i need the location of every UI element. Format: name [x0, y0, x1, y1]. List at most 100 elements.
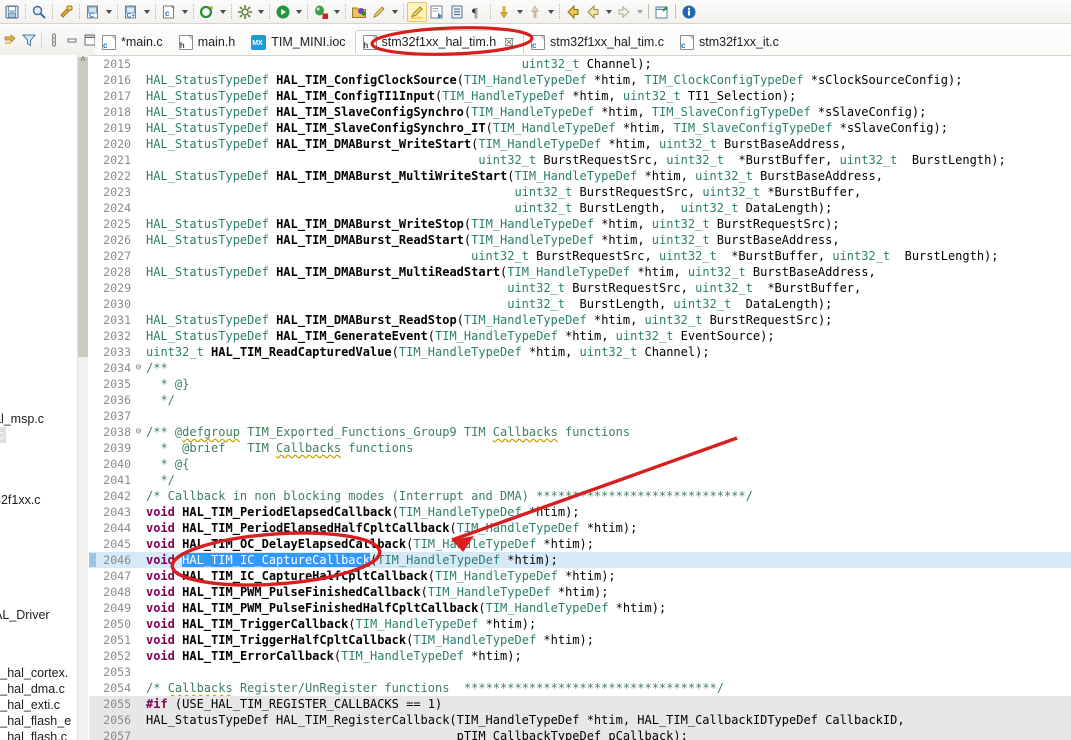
code-line[interactable]: 2044 void HAL_TIM_PeriodElapsedHalfCpltCa…: [89, 520, 1071, 536]
code-line[interactable]: 2047 void HAL_TIM_IC_CaptureHalfCpltCallb…: [89, 568, 1071, 584]
code-line[interactable]: 2056 HAL_StatusTypeDef HAL_TIM_RegisterCa…: [89, 712, 1071, 728]
chevron-down-icon[interactable]: [103, 2, 114, 22]
maximize-icon[interactable]: [81, 30, 95, 50]
chevron-down-icon[interactable]: [141, 2, 152, 22]
build-config-icon[interactable]: [235, 2, 255, 22]
explorer-tree-item[interactable]: x_hal_exti.c: [0, 697, 62, 713]
code-line[interactable]: 2020 HAL_StatusTypeDef HAL_TIM_DMABurst_W…: [89, 136, 1071, 152]
explorer-tree-item[interactable]: AL_Driver: [0, 607, 52, 623]
chevron-down-icon[interactable]: [514, 2, 525, 22]
close-icon[interactable]: ☒: [504, 36, 514, 49]
code-line[interactable]: 2051 void HAL_TIM_TriggerHalfCpltCallback…: [89, 632, 1071, 648]
chevron-down-icon[interactable]: [634, 2, 645, 22]
code-line[interactable]: 2045 void HAL_TIM_OC_DelayElapsedCallback…: [89, 536, 1071, 552]
pencil-icon[interactable]: [369, 2, 389, 22]
explorer-tree-item[interactable]: 32f1xx.c: [0, 492, 43, 508]
code-line[interactable]: 2034 ⊖/**: [89, 360, 1071, 376]
new-c-class-icon[interactable]: C: [83, 2, 103, 22]
code-line[interactable]: 2015 uint32_t Channel);: [89, 56, 1071, 72]
next-edit-icon[interactable]: [614, 2, 634, 22]
fold-collapse-icon[interactable]: ⊖: [133, 424, 144, 440]
code-line[interactable]: 2037: [89, 408, 1071, 424]
editor-tab[interactable]: c stm32f1xx_hal_tim.c: [524, 30, 673, 54]
code-line[interactable]: 2036 */: [89, 392, 1071, 408]
editor-tab[interactable]: h main.h: [172, 30, 245, 54]
code-line[interactable]: 2053: [89, 664, 1071, 680]
code-line[interactable]: 2035 * @}: [89, 376, 1071, 392]
chevron-down-icon[interactable]: [603, 2, 614, 22]
toggle-block-icon[interactable]: [447, 2, 467, 22]
code-line[interactable]: 2023 uint32_t BurstRequestSrc, uint32_t …: [89, 184, 1071, 200]
next-annotation-icon[interactable]: [494, 2, 514, 22]
jump-icon[interactable]: [2, 30, 20, 50]
code-line[interactable]: 2048 void HAL_TIM_PWM_PulseFinishedCallba…: [89, 584, 1071, 600]
new-cpp-class-icon[interactable]: C+: [121, 2, 141, 22]
code-line[interactable]: 2030 uint32_t BurstLength, uint32_t Data…: [89, 296, 1071, 312]
chevron-down-icon[interactable]: [217, 2, 228, 22]
explorer-tree-item[interactable]: x_hal_flash.c: [0, 729, 69, 740]
code-line[interactable]: 2050 void HAL_TIM_TriggerCallback(TIM_Han…: [89, 616, 1071, 632]
debug-icon[interactable]: [311, 2, 331, 22]
code-line[interactable]: 2057 pTIM_CallbackTypeDef pCallback);: [89, 728, 1071, 740]
code-line[interactable]: 2042 /* Callback in non blocking modes (I…: [89, 488, 1071, 504]
code-line[interactable]: 2049 void HAL_TIM_PWM_PulseFinishedHalfCp…: [89, 600, 1071, 616]
open-declaration-icon[interactable]: [427, 2, 447, 22]
editor-tab[interactable]: MX TIM_MINI.ioc: [244, 30, 354, 54]
editor-tab[interactable]: c stm32f1xx_it.c: [673, 30, 788, 54]
chevron-down-icon[interactable]: [545, 2, 556, 22]
run-icon[interactable]: [273, 2, 293, 22]
code-line[interactable]: 2028 HAL_StatusTypeDef HAL_TIM_DMABurst_M…: [89, 264, 1071, 280]
new-project-icon[interactable]: [197, 2, 217, 22]
forward-icon[interactable]: [583, 2, 603, 22]
code-line[interactable]: 2052 void HAL_TIM_ErrorCallback(TIM_Handl…: [89, 648, 1071, 664]
project-explorer-tree[interactable]: al_msp.c.c 32f1xx.c AL_Driver x_hal_cortex.…: [0, 55, 78, 740]
new-c-source-icon[interactable]: c: [159, 2, 179, 22]
code-line[interactable]: 2027 uint32_t BurstRequestSrc, uint32_t …: [89, 248, 1071, 264]
new-window-icon[interactable]: [652, 2, 672, 22]
code-line[interactable]: 2031 HAL_StatusTypeDef HAL_TIM_DMABurst_R…: [89, 312, 1071, 328]
explorer-tree-item[interactable]: x_hal_cortex.: [0, 665, 70, 681]
code-line[interactable]: 2019 HAL_StatusTypeDef HAL_TIM_SlaveConfi…: [89, 120, 1071, 136]
explorer-tree-item[interactable]: x_hal_dma.c: [0, 681, 67, 697]
code-line[interactable]: 2017 HAL_StatusTypeDef HAL_TIM_ConfigTI1I…: [89, 88, 1071, 104]
chevron-down-icon[interactable]: [255, 2, 266, 22]
explorer-tree-item[interactable]: .c: [0, 427, 6, 443]
info-icon[interactable]: [679, 2, 699, 22]
code-line[interactable]: 2026 HAL_StatusTypeDef HAL_TIM_DMABurst_R…: [89, 232, 1071, 248]
code-line[interactable]: 2039 * @brief TIM Callbacks functions: [89, 440, 1071, 456]
code-line[interactable]: 2043 void HAL_TIM_PeriodElapsedCallback(T…: [89, 504, 1071, 520]
back-icon[interactable]: [563, 2, 583, 22]
build-hammer-icon[interactable]: [56, 2, 76, 22]
chevron-down-icon[interactable]: [389, 2, 400, 22]
code-line[interactable]: 2055 #if (USE_HAL_TIM_REGISTER_CALLBACKS …: [89, 696, 1071, 712]
open-resource-icon[interactable]: [349, 2, 369, 22]
code-line[interactable]: 2040 * @{: [89, 456, 1071, 472]
code-line[interactable]: 2024 uint32_t BurstLength, uint32_t Data…: [89, 200, 1071, 216]
chevron-down-icon[interactable]: [293, 2, 304, 22]
code-line[interactable]: 2022 HAL_StatusTypeDef HAL_TIM_DMABurst_M…: [89, 168, 1071, 184]
link-with-editor-icon[interactable]: [45, 30, 63, 50]
chevron-down-icon[interactable]: [331, 2, 342, 22]
code-line[interactable]: 2029 uint32_t BurstRequestSrc, uint32_t …: [89, 280, 1071, 296]
explorer-tree-item[interactable]: al_msp.c: [0, 411, 46, 427]
source-editor[interactable]: 2015 uint32_t Channel); 2016 HAL_StatusTyp…: [89, 55, 1071, 740]
code-line[interactable]: 2032 HAL_StatusTypeDef HAL_TIM_GenerateEv…: [89, 328, 1071, 344]
chevron-down-icon[interactable]: [179, 2, 190, 22]
code-line[interactable]: 2018 HAL_StatusTypeDef HAL_TIM_SlaveConfi…: [89, 104, 1071, 120]
editor-tab[interactable]: h stm32f1xx_hal_tim.h ☒: [354, 30, 525, 54]
code-line[interactable]: 2046 void HAL_TIM_IC_CaptureCallback(TIM_…: [89, 552, 1071, 568]
code-line[interactable]: 2016 HAL_StatusTypeDef HAL_TIM_ConfigCloc…: [89, 72, 1071, 88]
filter-icon[interactable]: [20, 30, 38, 50]
code-line[interactable]: 2038 ⊖/** @defgroup TIM_Exported_Function…: [89, 424, 1071, 440]
scrollbar-thumb[interactable]: [78, 57, 88, 357]
code-line[interactable]: 2025 HAL_StatusTypeDef HAL_TIM_DMABurst_W…: [89, 216, 1071, 232]
code-line[interactable]: 2021 uint32_t BurstRequestSrc, uint32_t …: [89, 152, 1071, 168]
project-explorer-scrollbar[interactable]: [78, 55, 88, 740]
minimize-icon[interactable]: [63, 30, 81, 50]
pilcrow-icon[interactable]: ¶: [467, 2, 487, 22]
scroll-up-arrow[interactable]: ˄: [76, 53, 90, 67]
fold-collapse-icon[interactable]: ⊖: [133, 360, 144, 376]
save-icon[interactable]: [2, 2, 22, 22]
code-line[interactable]: 2041 */: [89, 472, 1071, 488]
search-icon[interactable]: [29, 2, 49, 22]
